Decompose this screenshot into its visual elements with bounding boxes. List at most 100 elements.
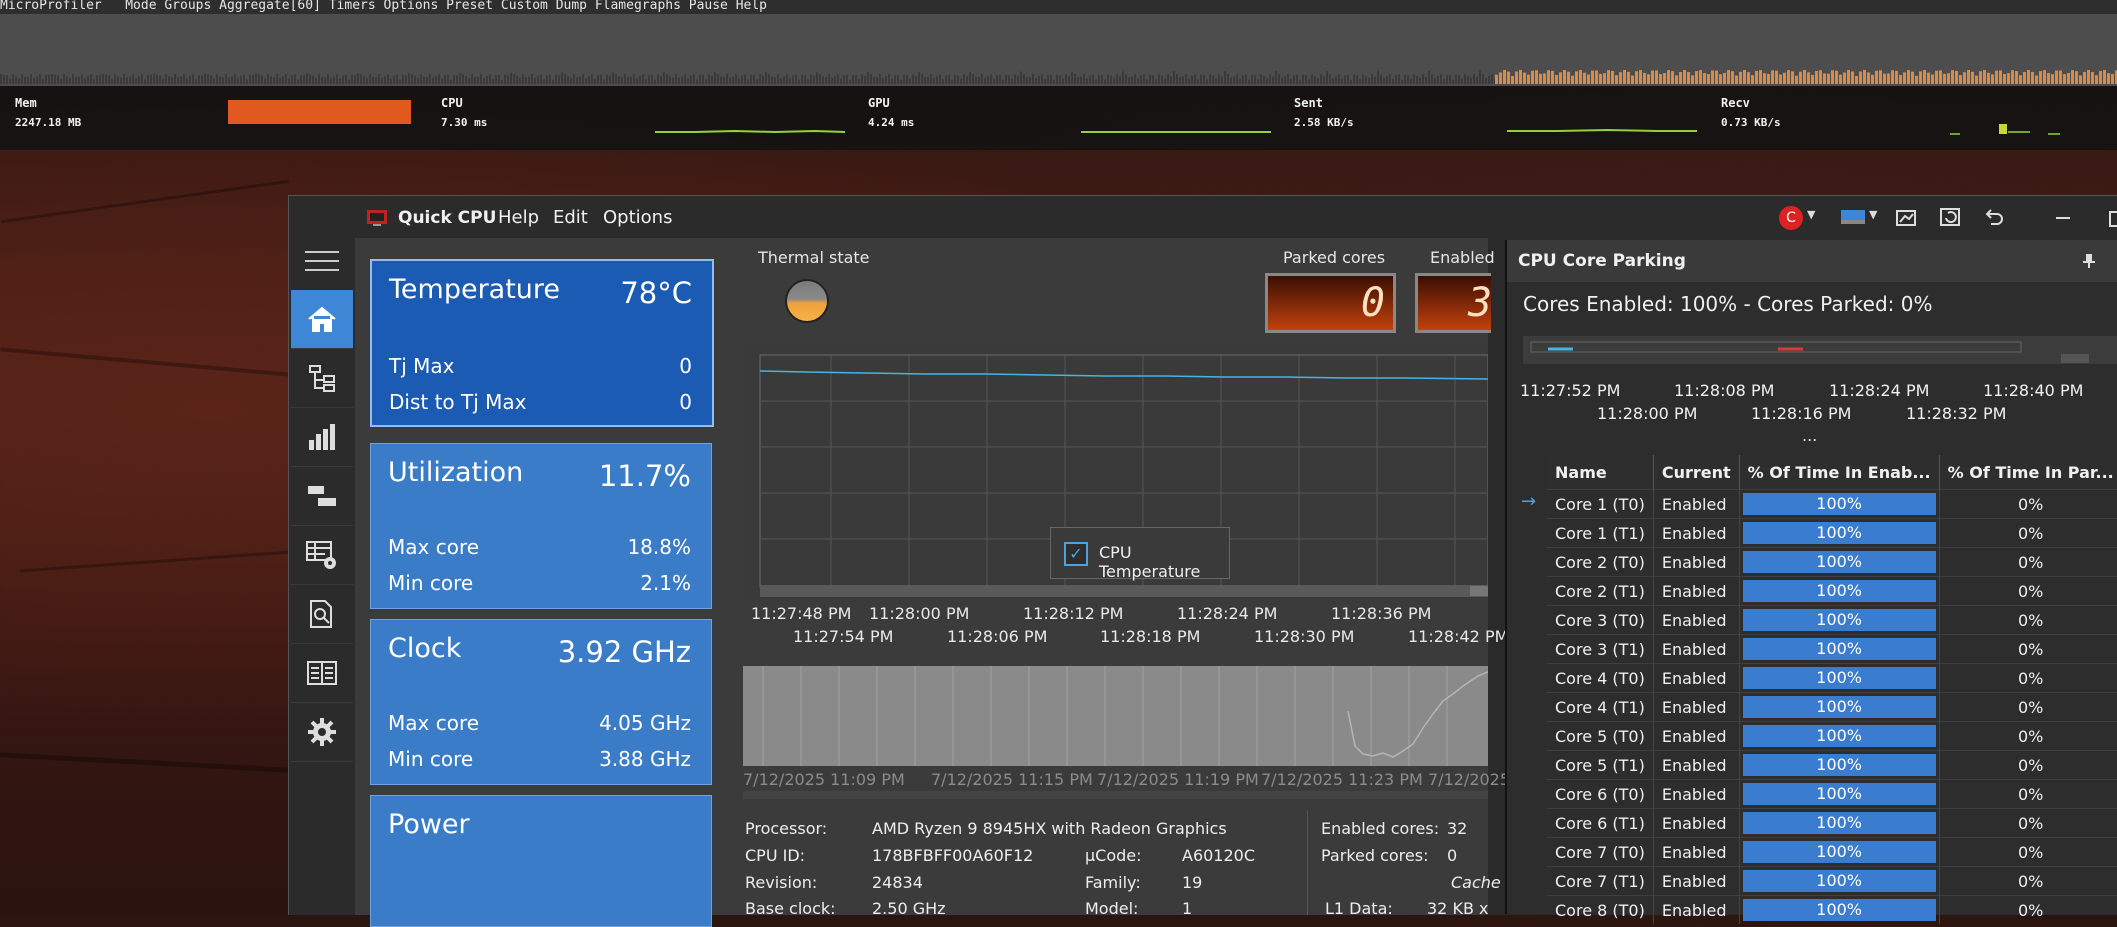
frame-spike [1947,73,1950,84]
frame-spike [1699,70,1702,84]
nav-tree[interactable] [291,349,353,408]
table-row[interactable]: Core 6 (T0) Enabled 100% 0% [1547,779,2117,809]
table-row[interactable]: Core 5 (T1) Enabled 100% 0% [1547,750,2117,780]
frame-spike [630,76,632,84]
core-parking-panel: CPU Core Parking Cores Enabled: 100% - C… [1505,240,2117,924]
power-card[interactable]: Power [370,795,712,927]
frame-spike [1743,70,1746,84]
table-row[interactable]: Core 1 (T0) Enabled 100% 0% [1547,489,2117,519]
frame-spike [1437,75,1439,84]
refresh-icon[interactable] [1939,206,1963,228]
core-name: Core 2 (T0) [1547,547,1654,577]
app-logo-icon [367,210,387,226]
frame-spike [1839,74,1842,84]
nav-charts[interactable] [291,408,353,467]
table-row[interactable]: Core 5 (T0) Enabled 100% 0% [1547,721,2117,751]
color-theme-icon[interactable] [1841,210,1865,224]
enabled-cores-info-label: Enabled cores: [1321,819,1440,838]
frame-spike [792,75,794,84]
sent-sparkline [1507,128,1697,132]
undo-icon[interactable] [1982,206,2006,228]
frame-spike [714,72,716,84]
frame-spike [585,78,587,84]
frame-spike [1515,71,1518,84]
enabled-percent-bar: 100% [1742,551,1936,573]
frame-spike [102,73,104,84]
column-header-parked[interactable]: % Of Time In Par... [1939,455,2117,490]
frame-spike [339,78,341,84]
nav-document-search[interactable] [291,585,353,644]
core-name: Core 4 (T0) [1547,663,1654,693]
parked-cores-value: 0 [1360,280,1385,326]
parking-timeline[interactable] [1523,336,2117,366]
nav-layers[interactable] [291,467,353,526]
table-header: Name Current % Of Time In Enab... % Of T… [1547,455,2117,490]
utilization-card[interactable]: Utilization 11.7% Max core 18.8% Min core… [370,443,712,609]
frame-spike [561,72,563,84]
frame-spike [249,74,251,84]
history-chart[interactable] [743,666,1488,782]
frame-spike [1787,70,1790,84]
frame-spike [1440,74,1442,84]
frame-spike [159,75,161,84]
table-row[interactable]: Core 6 (T1) Enabled 100% 0% [1547,808,2117,838]
frame-spike [1731,71,1734,84]
frame-spike [51,73,53,84]
table-row[interactable]: Core 2 (T1) Enabled 100% 0% [1547,576,2117,606]
frame-spike [300,74,302,84]
row-value: 18.8% [627,535,691,559]
menu-edit[interactable]: Edit [553,207,588,228]
clock-card[interactable]: Clock 3.92 GHz Max core 4.05 GHz Min core… [370,619,712,785]
table-row[interactable]: Core 2 (T0) Enabled 100% 0% [1547,547,2117,577]
frame-spike [774,77,776,84]
microprofiler-menu-bar[interactable]: MicroProfiler Mode Groups Aggregate[60] … [0,0,2117,14]
frame-spike [1317,77,1319,84]
parked-percent: 0% [1939,779,2117,809]
enabled-percent-bar: 100% [1742,812,1936,834]
history-scrollbar[interactable] [743,791,1488,799]
hamburger-icon[interactable] [305,251,339,271]
frame-spike [1233,76,1235,84]
table-row[interactable]: Core 1 (T1) Enabled 100% 0% [1547,518,2117,548]
frame-spike [879,74,881,84]
frame-spike [1903,72,1906,84]
nav-table-settings[interactable] [291,526,353,585]
frame-spike [954,74,956,84]
chevron-down-icon[interactable]: ▼ [1869,208,1877,221]
table-row[interactable]: Core 3 (T1) Enabled 100% 0% [1547,634,2117,664]
frame-spike [258,74,260,84]
table-row[interactable]: Core 7 (T1) Enabled 100% 0% [1547,866,2117,896]
table-row[interactable]: Core 7 (T0) Enabled 100% 0% [1547,837,2117,867]
table-row[interactable]: Core 4 (T1) Enabled 100% 0% [1547,692,2117,722]
more-indicator[interactable]: ... [1802,426,1817,445]
frame-spike [1819,70,1822,84]
screenshot-icon[interactable] [1895,206,1919,228]
nav-home[interactable] [291,290,353,349]
profile-icon[interactable]: C [1779,206,1803,230]
nav-settings[interactable] [291,703,353,762]
maximize-icon[interactable] [2109,211,2117,227]
temperature-card[interactable]: Temperature 78°C Tj Max 0 Dist to Tj Max 0 [370,259,714,427]
table-row[interactable]: Core 3 (T0) Enabled 100% 0% [1547,605,2117,635]
frame-spike [225,74,227,84]
chevron-down-icon[interactable]: ▼ [1807,208,1815,221]
menu-options[interactable]: Options [603,207,672,228]
column-header-name[interactable]: Name [1547,455,1654,490]
legend-checkbox[interactable]: ✓ [1064,542,1088,566]
table-row[interactable]: Core 4 (T0) Enabled 100% 0% [1547,663,2117,693]
menu-help[interactable]: Help [498,207,539,228]
temperature-chart[interactable]: ✓ CPU Temperature [745,345,1488,600]
column-header-enabled[interactable]: % Of Time In Enab... [1739,455,1940,490]
frame-spike [654,79,656,84]
minimize-icon[interactable] [2056,217,2070,219]
frame-spike [228,77,230,84]
pin-icon[interactable] [2082,253,2096,269]
frame-spike [1131,76,1133,84]
table-row[interactable]: Core 8 (T0) Enabled 100% 0% [1547,895,2117,924]
column-header-current[interactable]: Current [1653,455,1740,490]
frame-spike [390,78,392,84]
frame-spike [1527,74,1530,84]
frame-spike [981,74,983,84]
row-value: 2.1% [640,571,691,595]
nav-book[interactable] [291,644,353,703]
